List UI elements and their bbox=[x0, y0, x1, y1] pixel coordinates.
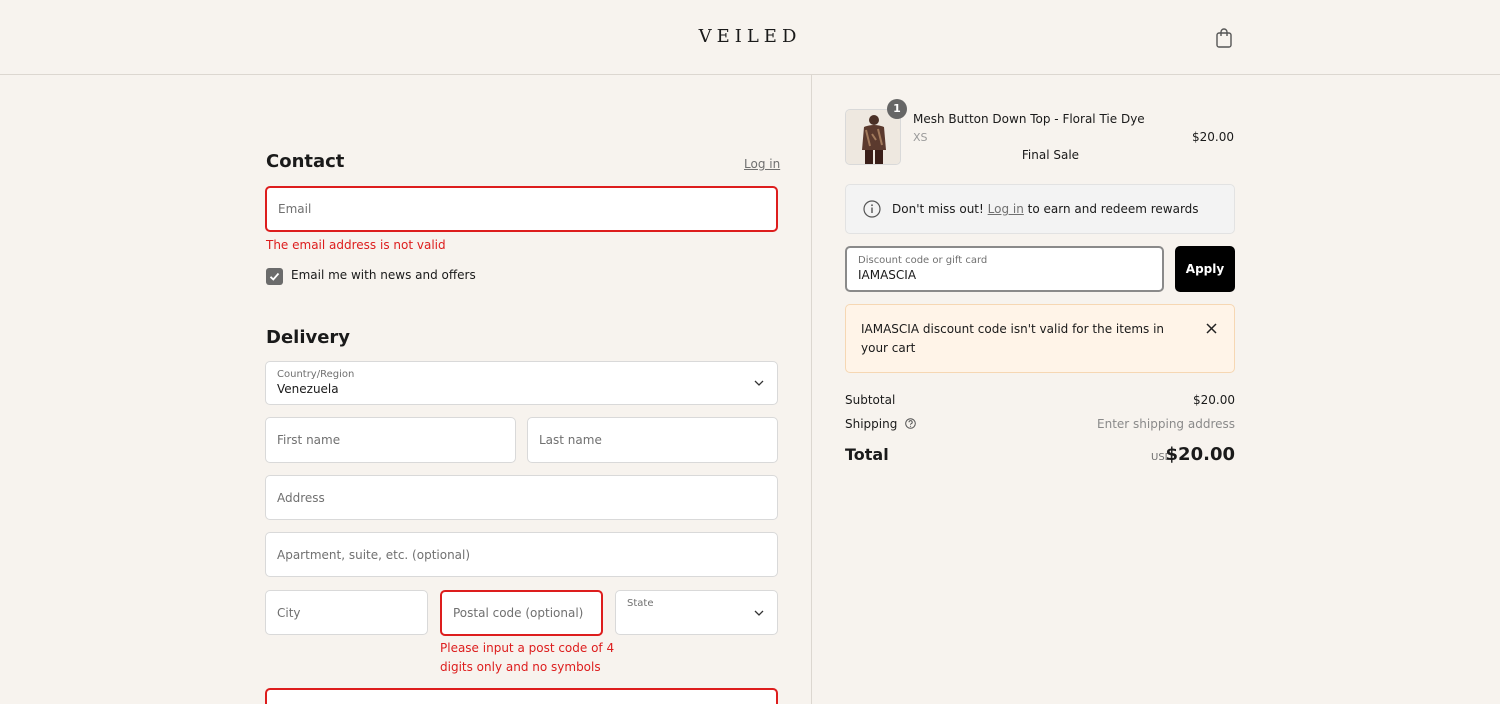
discount-label: Discount code or gift card bbox=[858, 255, 988, 266]
newsletter-label: Email me with news and offers bbox=[291, 268, 476, 282]
country-value: Venezuela bbox=[277, 382, 339, 396]
postal-code-placeholder: Postal code (optional) bbox=[453, 606, 584, 620]
product-note: Final Sale bbox=[1021, 148, 1080, 162]
rewards-login-link[interactable]: Log in bbox=[988, 202, 1024, 216]
first-name-placeholder: First name bbox=[277, 433, 341, 447]
rewards-banner: Don't miss out! Log in to earn and redee… bbox=[845, 184, 1235, 234]
email-error: The email address is not valid bbox=[266, 238, 446, 252]
quantity-badge: 1 bbox=[887, 99, 907, 119]
discount-value: IAMASCIA bbox=[858, 268, 917, 282]
site-header: VEILED bbox=[0, 0, 1500, 75]
info-icon bbox=[863, 200, 881, 218]
shipping-row: Shipping Enter shipping address bbox=[845, 417, 1235, 431]
close-icon[interactable] bbox=[1206, 323, 1217, 334]
apartment-input[interactable]: Apartment, suite, etc. (optional) bbox=[265, 532, 778, 577]
product-name: Mesh Button Down Top - Floral Tie Dye bbox=[913, 112, 1145, 126]
shipping-label: Shipping bbox=[845, 417, 898, 431]
country-label: Country/Region bbox=[277, 369, 355, 380]
address-placeholder: Address bbox=[277, 490, 325, 505]
checkmark-icon bbox=[269, 272, 280, 281]
apartment-placeholder: Apartment, suite, etc. (optional) bbox=[277, 547, 471, 562]
product-variant: XS bbox=[913, 131, 928, 144]
total-value: $20.00 bbox=[1165, 444, 1235, 465]
apply-button[interactable]: Apply bbox=[1175, 246, 1235, 292]
chevron-down-icon bbox=[754, 610, 764, 616]
state-select[interactable]: State bbox=[615, 590, 778, 635]
city-input[interactable]: City bbox=[265, 590, 428, 635]
subtotal-row: Subtotal $20.00 bbox=[845, 393, 1235, 407]
product-price: $20.00 bbox=[1192, 130, 1234, 144]
login-link[interactable]: Log in bbox=[744, 157, 780, 171]
first-name-input[interactable]: First name bbox=[265, 417, 516, 463]
notice-text: IAMASCIA discount code isn't valid for t… bbox=[861, 320, 1181, 358]
postal-code-error: Please input a post code of 4 digits onl… bbox=[440, 639, 614, 677]
notice-code: IAMASCIA bbox=[861, 322, 920, 336]
column-divider bbox=[811, 75, 812, 704]
last-name-input[interactable]: Last name bbox=[527, 417, 778, 463]
postal-code-error-line-2: digits only and no symbols bbox=[440, 660, 601, 674]
store-logo[interactable]: VEILED bbox=[0, 26, 1500, 47]
discount-error-notice: IAMASCIA discount code isn't valid for t… bbox=[845, 304, 1235, 373]
country-select[interactable]: Country/Region Venezuela bbox=[265, 361, 778, 405]
address-input[interactable]: Address bbox=[265, 475, 778, 520]
help-icon[interactable] bbox=[905, 418, 916, 429]
newsletter-checkbox[interactable] bbox=[266, 268, 283, 285]
postal-code-input[interactable]: Postal code (optional) bbox=[440, 590, 603, 636]
subtotal-value: $20.00 bbox=[1193, 393, 1235, 407]
discount-input[interactable]: Discount code or gift card IAMASCIA bbox=[845, 246, 1164, 292]
last-name-placeholder: Last name bbox=[539, 433, 602, 447]
shipping-value: Enter shipping address bbox=[1097, 417, 1235, 431]
subtotal-label: Subtotal bbox=[845, 393, 896, 407]
total-label: Total bbox=[845, 445, 889, 464]
email-input[interactable]: Email bbox=[265, 186, 778, 232]
city-placeholder: City bbox=[277, 605, 301, 620]
email-placeholder: Email bbox=[278, 202, 312, 216]
contact-title: Contact bbox=[266, 151, 345, 172]
postal-code-error-line-1: Please input a post code of 4 bbox=[440, 641, 615, 655]
rewards-text-after: to earn and redeem rewards bbox=[1027, 202, 1199, 216]
phone-input[interactable] bbox=[265, 688, 778, 704]
chevron-down-icon bbox=[754, 380, 764, 386]
rewards-text-before: Don't miss out! bbox=[892, 202, 984, 216]
state-label: State bbox=[627, 598, 654, 609]
shopping-bag-icon[interactable] bbox=[1215, 28, 1233, 48]
delivery-title: Delivery bbox=[266, 327, 351, 348]
